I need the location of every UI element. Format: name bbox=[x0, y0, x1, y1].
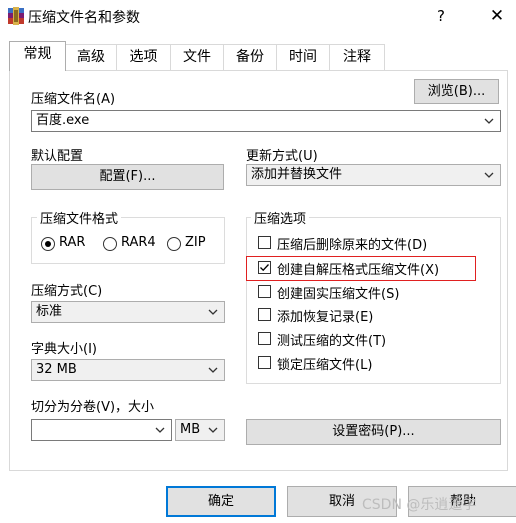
split-unit-select[interactable]: MB bbox=[175, 419, 225, 441]
checkbox-create-sfx[interactable] bbox=[258, 261, 271, 274]
update-mode-select[interactable]: 添加并替换文件 bbox=[246, 164, 501, 186]
chevron-down-icon bbox=[206, 362, 220, 378]
profiles-button[interactable]: 配置(F)... bbox=[31, 164, 224, 190]
chevron-down-icon bbox=[206, 304, 220, 320]
chevron-down-icon bbox=[482, 167, 496, 183]
radio-rar[interactable] bbox=[41, 237, 55, 251]
split-volumes-label: 切分为分卷(V)，大小 bbox=[31, 400, 155, 415]
winrar-app-icon bbox=[7, 7, 25, 25]
chevron-down-icon[interactable] bbox=[153, 422, 167, 438]
compression-method-label: 压缩方式(C) bbox=[31, 284, 103, 299]
radio-zip-label[interactable]: ZIP bbox=[185, 235, 206, 250]
tab-general[interactable]: 常规 bbox=[9, 41, 66, 71]
help-title-button[interactable]: ? bbox=[430, 5, 452, 27]
dictionary-size-label: 字典大小(I) bbox=[31, 342, 97, 357]
checkbox-test-files[interactable] bbox=[258, 332, 271, 345]
checkbox-lock-archive-label[interactable]: 锁定压缩文件(L) bbox=[277, 354, 372, 373]
compression-method-value: 标准 bbox=[36, 304, 63, 319]
update-mode-label: 更新方式(U) bbox=[246, 149, 318, 164]
tab-files[interactable]: 文件 bbox=[170, 44, 224, 70]
title-bar: 压缩文件名和参数 ? ✕ bbox=[0, 0, 516, 32]
checkbox-recovery-record-label[interactable]: 添加恢复记录(E) bbox=[277, 306, 373, 325]
checkbox-test-files-label[interactable]: 测试压缩的文件(T) bbox=[277, 330, 386, 349]
split-size-field[interactable] bbox=[31, 419, 172, 441]
dictionary-size-select[interactable]: 32 MB bbox=[31, 359, 225, 381]
watermark-text: CSDN @乐逍遥学 bbox=[362, 497, 477, 513]
tab-time[interactable]: 时间 bbox=[276, 44, 330, 70]
checkbox-solid-archive-label[interactable]: 创建固实压缩文件(S) bbox=[277, 283, 399, 302]
tab-options[interactable]: 选项 bbox=[116, 44, 171, 70]
checkbox-create-sfx-label[interactable]: 创建自解压格式压缩文件(X) bbox=[277, 259, 439, 278]
radio-rar-label[interactable]: RAR bbox=[59, 235, 85, 250]
radio-rar4[interactable] bbox=[103, 237, 117, 251]
browse-button[interactable]: 浏览(B)... bbox=[414, 79, 499, 104]
tab-advanced[interactable]: 高级 bbox=[65, 44, 117, 70]
checkbox-delete-after-label[interactable]: 压缩后删除原来的文件(D) bbox=[277, 234, 427, 253]
archive-name-value: 百度.exe bbox=[36, 113, 90, 128]
set-password-button[interactable]: 设置密码(P)... bbox=[246, 419, 501, 445]
checkbox-solid-archive[interactable] bbox=[258, 285, 271, 298]
check-icon bbox=[260, 264, 269, 272]
split-unit-value: MB bbox=[180, 422, 201, 437]
dictionary-size-value: 32 MB bbox=[36, 362, 77, 377]
tab-comment[interactable]: 注释 bbox=[329, 44, 385, 70]
archive-format-title: 压缩文件格式 bbox=[37, 208, 122, 227]
chevron-down-icon bbox=[206, 422, 220, 438]
archive-name-label: 压缩文件名(A) bbox=[31, 92, 116, 107]
compression-method-select[interactable]: 标准 bbox=[31, 301, 225, 323]
tab-backup[interactable]: 备份 bbox=[223, 44, 277, 70]
radio-rar4-label[interactable]: RAR4 bbox=[121, 235, 156, 250]
checkbox-lock-archive[interactable] bbox=[258, 356, 271, 369]
archive-name-field[interactable]: 百度.exe bbox=[31, 110, 501, 132]
radio-zip[interactable] bbox=[167, 237, 181, 251]
chevron-down-icon[interactable] bbox=[482, 113, 496, 129]
window-title: 压缩文件名和参数 bbox=[28, 10, 140, 26]
update-mode-value: 添加并替换文件 bbox=[251, 167, 343, 182]
archive-options-title: 压缩选项 bbox=[251, 208, 310, 227]
checkbox-delete-after[interactable] bbox=[258, 236, 271, 249]
checkbox-recovery-record[interactable] bbox=[258, 308, 271, 321]
close-button[interactable]: ✕ bbox=[484, 4, 510, 28]
ok-button[interactable]: 确定 bbox=[166, 486, 276, 517]
default-profile-label: 默认配置 bbox=[31, 149, 84, 164]
